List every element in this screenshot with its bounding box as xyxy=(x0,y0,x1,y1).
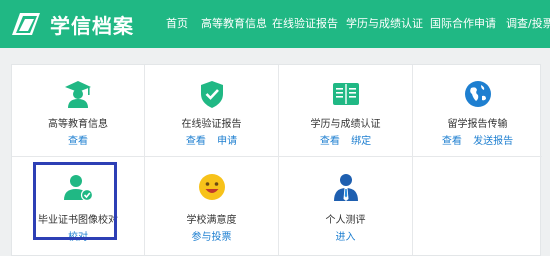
card-school-satisfaction[interactable]: 学校满意度 参与投票 xyxy=(145,157,279,255)
card-title: 学校满意度 xyxy=(186,215,237,226)
card-title: 高等教育信息 xyxy=(48,119,108,130)
card-higher-education[interactable]: 高等教育信息 查看 xyxy=(12,65,145,157)
card-links: 查看 申请 xyxy=(145,132,278,147)
selection-highlight-box xyxy=(33,162,117,240)
card-links: 查看 发送报告 xyxy=(413,132,542,147)
smiley-icon xyxy=(198,174,225,200)
nav-item-higher-education[interactable]: 高等教育信息 xyxy=(201,0,267,48)
globe-icon xyxy=(464,81,491,107)
view-link[interactable]: 查看 xyxy=(186,136,206,147)
card-links: 参与投票 xyxy=(145,228,278,243)
bind-link[interactable]: 绑定 xyxy=(351,136,371,147)
view-link[interactable]: 查看 xyxy=(320,136,340,147)
card-title: 个人测评 xyxy=(325,215,366,226)
card-title: 在线验证报告 xyxy=(181,119,242,130)
shield-check-icon xyxy=(200,81,223,108)
vote-link[interactable]: 参与投票 xyxy=(192,232,232,243)
enter-link[interactable]: 进入 xyxy=(336,232,356,243)
card-certification[interactable]: 学历与成绩认证 查看 绑定 xyxy=(279,65,413,157)
top-navigation-bar: 学信档案 首页 高等教育信息 在线验证报告 学历与成绩认证 国际合作申请 调查/… xyxy=(0,0,550,48)
card-study-abroad-report[interactable]: 留学报告传输 查看 发送报告 xyxy=(413,65,542,157)
person-icon xyxy=(333,174,358,201)
card-title: 学历与成绩认证 xyxy=(310,119,381,130)
card-personal-assessment[interactable]: 个人测评 进入 xyxy=(279,157,413,255)
card-online-verification[interactable]: 在线验证报告 查看 申请 xyxy=(145,65,279,157)
site-title: 学信档案 xyxy=(50,13,134,38)
graduate-icon xyxy=(65,81,91,108)
card-links: 进入 xyxy=(279,228,412,243)
site-logo[interactable]: 学信档案 xyxy=(10,7,134,41)
card-links: 查看 xyxy=(12,132,144,147)
nav-item-certification[interactable]: 学历与成绩认证 xyxy=(346,0,423,48)
send-report-link[interactable]: 发送报告 xyxy=(473,136,513,147)
book-logo-icon xyxy=(12,13,40,35)
book-icon xyxy=(332,83,359,105)
nav-item-home[interactable]: 首页 xyxy=(166,0,188,48)
empty-cell xyxy=(413,157,542,255)
view-link[interactable]: 查看 xyxy=(68,136,88,147)
nav-item-international[interactable]: 国际合作申请 xyxy=(430,0,496,48)
card-links: 查看 绑定 xyxy=(279,132,412,147)
view-link[interactable]: 查看 xyxy=(442,136,462,147)
card-title: 留学报告传输 xyxy=(447,119,508,130)
apply-link[interactable]: 申请 xyxy=(217,136,237,147)
nav-item-survey[interactable]: 调查/投票 xyxy=(506,0,550,48)
nav-item-online-verification[interactable]: 在线验证报告 xyxy=(272,0,338,48)
